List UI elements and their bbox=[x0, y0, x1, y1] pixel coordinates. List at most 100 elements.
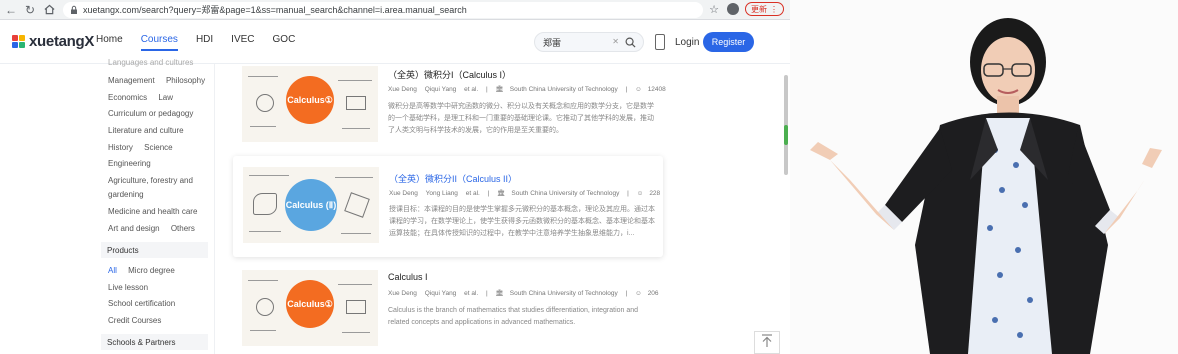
clear-search-icon[interactable]: ✕ bbox=[612, 37, 619, 46]
register-button[interactable]: Register bbox=[703, 32, 754, 52]
bookmark-star-icon[interactable]: ☆ bbox=[707, 2, 721, 16]
back-to-top-button[interactable] bbox=[754, 331, 780, 354]
filter-subject[interactable]: Economics bbox=[108, 93, 147, 102]
more-menu-icon: ⋮ bbox=[770, 4, 778, 14]
course-badge: Calculus① bbox=[286, 76, 334, 124]
filter-subject[interactable]: Others bbox=[171, 224, 195, 233]
user-icon: ☺ bbox=[636, 190, 644, 197]
school-icon: 🏛 bbox=[497, 190, 506, 197]
user-icon: ☺ bbox=[635, 290, 642, 297]
subject-row: Medicine and health care bbox=[108, 207, 206, 216]
presenter-video[interactable] bbox=[790, 0, 1178, 354]
login-link[interactable]: Login bbox=[675, 37, 699, 48]
enrolled-count: 228 bbox=[649, 190, 661, 197]
filter-subject[interactable]: Management bbox=[108, 76, 155, 85]
filter-subject[interactable]: Science bbox=[144, 143, 172, 152]
filter-subject[interactable]: Art and design bbox=[108, 224, 160, 233]
profile-icon[interactable] bbox=[726, 2, 740, 16]
course-meta: Xue Deng Yong Liang et al. | 🏛 South Chin… bbox=[389, 189, 666, 197]
divider: | bbox=[625, 290, 628, 297]
filter-subject[interactable]: Curriculum or pedagogy bbox=[108, 109, 193, 118]
arrow-up-icon bbox=[762, 334, 772, 347]
filter-subject[interactable]: gardening bbox=[108, 190, 144, 199]
divider: | bbox=[486, 290, 488, 297]
course-results: Calculus① （全英）微积分I（Calculus I） Xue Deng … bbox=[215, 64, 675, 354]
course-description: 微积分是高等数学中研究函数的微分、积分以及有关概念和应用的数学分支，它是数学的一… bbox=[388, 103, 654, 134]
school-name[interactable]: South China University of Technology bbox=[511, 190, 619, 197]
filter-subject[interactable]: Agriculture, forestry and bbox=[108, 176, 193, 185]
teacher[interactable]: Xue Deng bbox=[388, 290, 417, 297]
home-icon[interactable] bbox=[41, 2, 57, 18]
subject-row: Languages and cultures bbox=[108, 58, 202, 67]
school-name[interactable]: South China University of Technology bbox=[510, 290, 618, 297]
teacher[interactable]: Xue Deng bbox=[388, 86, 417, 93]
nav-home[interactable]: Home bbox=[96, 34, 123, 51]
filter-product-all[interactable]: All bbox=[108, 266, 117, 275]
course-card[interactable]: Calculus① （全英）微积分I（Calculus I） Xue Deng … bbox=[232, 62, 666, 156]
subject-row: Art and design Others bbox=[108, 224, 204, 233]
product-row: Live lesson bbox=[108, 283, 157, 292]
back-icon[interactable]: ← bbox=[3, 2, 19, 18]
product-row: Credit Courses bbox=[108, 316, 170, 325]
subject-row: Curriculum or pedagogy bbox=[108, 109, 202, 118]
subject-row: Literature and culture bbox=[108, 126, 193, 135]
course-card[interactable]: Calculus① Calculus I Xue Deng Qiqui Yang… bbox=[232, 266, 662, 354]
nav-courses[interactable]: Courses bbox=[140, 34, 179, 51]
course-meta: Xue Deng Qiqui Yang et al. | 🏛 South Chin… bbox=[388, 289, 665, 297]
search-icon[interactable] bbox=[625, 37, 636, 48]
nav-ivec[interactable]: IVEC bbox=[231, 34, 254, 51]
filter-subject[interactable]: Law bbox=[158, 93, 173, 102]
course-badge: Calculus (Ⅱ) bbox=[285, 179, 337, 231]
main-nav: Home Courses HDI IVEC GOC bbox=[96, 34, 313, 51]
divider: | bbox=[625, 86, 628, 93]
nav-hdi[interactable]: HDI bbox=[196, 34, 213, 51]
filter-subject[interactable]: Literature and culture bbox=[108, 126, 184, 135]
course-title[interactable]: Calculus I bbox=[388, 272, 428, 282]
scroll-indicator bbox=[784, 125, 788, 145]
reload-icon[interactable]: ↻ bbox=[22, 2, 38, 18]
teacher[interactable]: Xue Deng bbox=[389, 190, 418, 197]
filter-subject[interactable]: History bbox=[108, 143, 133, 152]
teacher[interactable]: Yong Liang bbox=[426, 190, 458, 197]
filter-subject[interactable]: Engineering bbox=[108, 159, 151, 168]
teacher: et al. bbox=[464, 86, 479, 93]
course-thumbnail[interactable]: Calculus① bbox=[242, 270, 378, 346]
filter-product[interactable]: Micro degree bbox=[128, 266, 175, 275]
course-title[interactable]: （全英）微积分I（Calculus I） bbox=[388, 68, 511, 81]
course-thumbnail[interactable]: Calculus (Ⅱ) bbox=[243, 167, 379, 243]
lock-icon bbox=[71, 5, 77, 14]
course-description: 授课目标：本课程的目的是使学生掌握多元微积分的基本概念，理论及其应用。通过本课程… bbox=[389, 206, 655, 237]
filter-product[interactable]: Credit Courses bbox=[108, 316, 161, 325]
nav-goc[interactable]: GOC bbox=[273, 34, 296, 51]
filter-subject[interactable]: Languages and cultures bbox=[108, 58, 193, 67]
filter-subject[interactable]: Philosophy bbox=[166, 76, 205, 85]
site-logo[interactable]: xuetangX bbox=[12, 33, 94, 50]
course-title[interactable]: （全英）微积分II（Calculus II） bbox=[389, 172, 517, 185]
divider: | bbox=[487, 190, 490, 197]
filter-product[interactable]: Live lesson bbox=[108, 283, 148, 292]
mobile-app-icon[interactable] bbox=[655, 34, 665, 50]
subject-row: gardening bbox=[108, 190, 153, 199]
divider: | bbox=[627, 190, 629, 197]
filter-subject[interactable]: Medicine and health care bbox=[108, 207, 197, 216]
course-badge: Calculus① bbox=[286, 280, 334, 328]
product-row: School certification bbox=[108, 299, 184, 308]
filter-sidebar: Languages and cultures Management Philos… bbox=[101, 58, 215, 354]
products-header: Products bbox=[101, 242, 208, 258]
search-value: 郑雷 bbox=[543, 37, 562, 48]
enrolled-count: 206 bbox=[647, 290, 659, 297]
search-input[interactable]: 郑雷 ✕ bbox=[534, 32, 644, 52]
school-name[interactable]: South China University of Technology bbox=[510, 86, 618, 93]
browser-toolbar: ← ↻ xuetangx.com/search?query=郑雷&page=1&… bbox=[0, 0, 790, 20]
update-button[interactable]: 更新 ⋮ bbox=[745, 2, 784, 16]
subject-row: History Science bbox=[108, 143, 182, 152]
subject-row: Economics Law bbox=[108, 93, 182, 102]
filter-product[interactable]: School certification bbox=[108, 299, 175, 308]
teacher[interactable]: Qiqui Yang bbox=[425, 86, 457, 93]
url-text: xuetangx.com/search?query=郑雷&page=1&ss=m… bbox=[83, 5, 467, 15]
address-bar[interactable]: xuetangx.com/search?query=郑雷&page=1&ss=m… bbox=[63, 1, 703, 18]
teacher[interactable]: Qiqui Yang bbox=[425, 290, 457, 297]
schools-header: Schools & Partners bbox=[101, 334, 208, 350]
course-thumbnail[interactable]: Calculus① bbox=[242, 66, 378, 142]
course-card[interactable]: Calculus (Ⅱ) （全英）微积分II（Calculus II） Xue … bbox=[233, 156, 663, 257]
